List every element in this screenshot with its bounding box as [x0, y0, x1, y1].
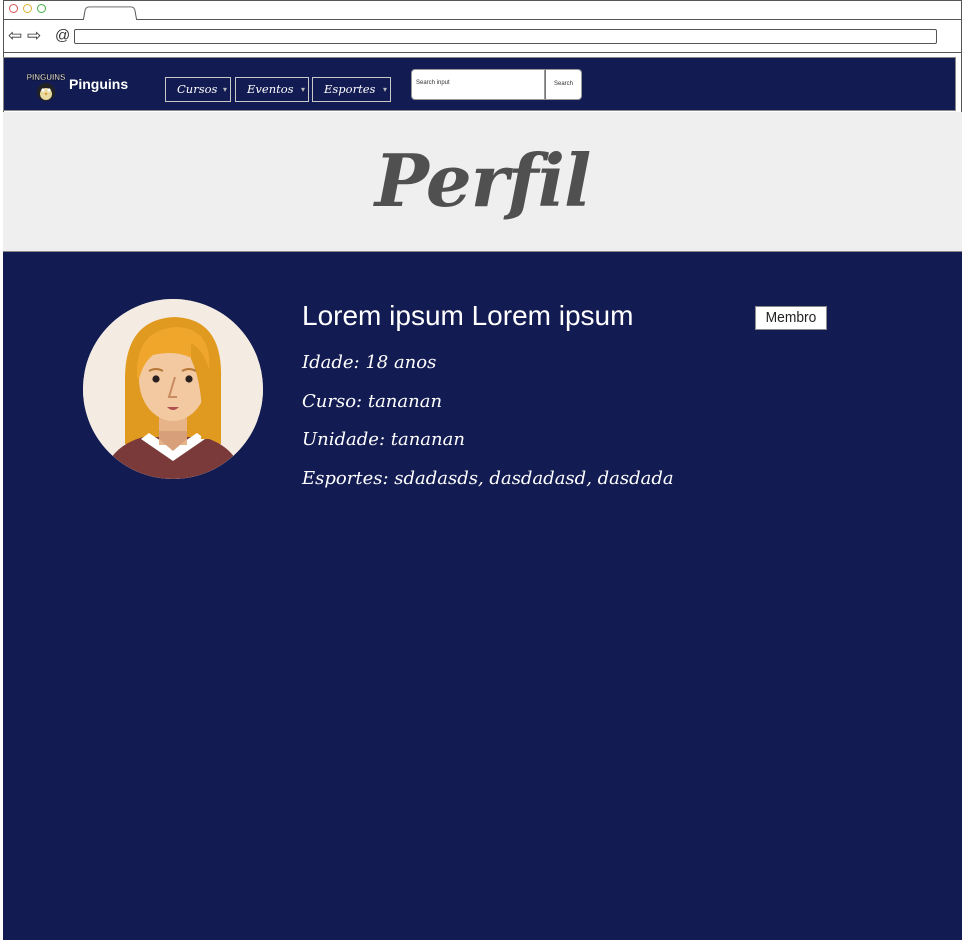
menu-esportes-label: Esportes — [324, 82, 376, 96]
menu-eventos[interactable]: Eventos ▾ — [235, 77, 309, 102]
profile-age: Idade: 18 anos — [302, 352, 437, 373]
menu-cursos-label: Cursos — [177, 82, 218, 96]
profile-name: Lorem ipsum Lorem ipsum — [302, 300, 634, 331]
forward-arrow-icon[interactable]: ⇨ — [27, 27, 41, 44]
profile-course: Curso: tananan — [302, 391, 443, 412]
page-title: Perfil — [374, 138, 592, 223]
maximize-window-dot[interactable] — [37, 4, 46, 13]
menu-esportes[interactable]: Esportes ▾ — [312, 77, 391, 102]
close-window-dot[interactable] — [9, 4, 18, 13]
avatar — [83, 299, 263, 479]
back-arrow-icon[interactable]: ⇦ — [8, 27, 22, 44]
search-input[interactable]: Search input — [411, 69, 545, 100]
profile-sports: Esportes: sdadasds, dasdadasd, dasdada — [302, 468, 674, 489]
chevron-down-icon: ▾ — [300, 85, 305, 94]
profile-unit: Unidade: tananan — [302, 429, 465, 450]
status-badge: Membro — [755, 306, 827, 330]
page-banner: Perfil — [3, 112, 962, 252]
menu-eventos-label: Eventos — [247, 82, 294, 96]
top-navbar: PINGUINS Pinguins Cursos ▾ Eventos ▾ Esp… — [3, 57, 956, 111]
menu-cursos[interactable]: Cursos ▾ — [165, 77, 231, 102]
chevron-down-icon: ▾ — [222, 85, 227, 94]
reload-icon[interactable]: @ — [55, 27, 70, 44]
url-field[interactable] — [74, 29, 937, 44]
avatar-illustration — [83, 299, 263, 479]
chevron-down-icon: ▾ — [382, 85, 387, 94]
brand-name[interactable]: Pinguins — [69, 76, 128, 92]
title-bar — [4, 1, 961, 22]
pinguins-logo[interactable]: PINGUINS — [26, 66, 66, 102]
profile-section: Lorem ipsum Lorem ipsum Membro Idade: 18… — [3, 252, 962, 940]
address-bar: ⇦ ⇨ @ — [4, 20, 961, 53]
minimize-window-dot[interactable] — [23, 4, 32, 13]
search-button[interactable]: Search — [545, 69, 582, 100]
logo-wordmark: PINGUINS — [27, 73, 66, 82]
